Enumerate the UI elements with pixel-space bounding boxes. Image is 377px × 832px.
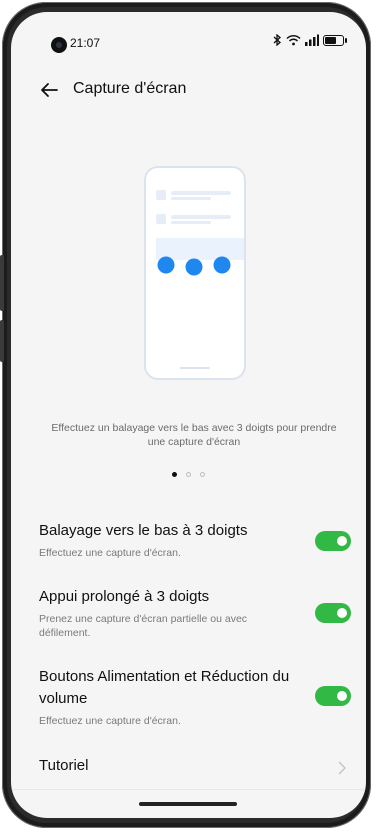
page-dot[interactable]	[200, 472, 205, 477]
battery-icon	[323, 34, 347, 46]
setting-subtitle: Effectuez une capture d'écran.	[39, 547, 181, 559]
gesture-illustration	[144, 166, 246, 380]
page-indicator	[11, 472, 366, 477]
page-dot[interactable]	[186, 472, 191, 477]
setting-subtitle: Effectuez une capture d'écran.	[39, 715, 181, 727]
setting-title: Appui prolongé à 3 doigts	[39, 588, 210, 605]
power-volume-toggle[interactable]	[315, 686, 351, 706]
side-button	[0, 255, 4, 311]
setting-subtitle: Prenez une capture d'écran partielle ou …	[39, 613, 248, 639]
setting-row-long-press[interactable]: Appui prolongé à 3 doigts Prenez une cap…	[39, 586, 351, 640]
illustration-caption: Effectuez un balayage vers le bas avec 3…	[51, 422, 337, 448]
setting-title: Boutons Alimentation et Réduction du vol…	[39, 668, 290, 707]
signal-icon	[305, 34, 319, 46]
status-time: 21:07	[70, 36, 101, 50]
front-camera	[51, 37, 67, 53]
long-press-toggle[interactable]	[315, 603, 351, 623]
status-icons	[272, 34, 347, 46]
wifi-icon	[286, 34, 301, 46]
page-dot-active[interactable]	[172, 472, 177, 477]
home-indicator[interactable]	[139, 802, 237, 806]
tutorial-label: Tutoriel	[39, 757, 89, 774]
divider	[11, 789, 366, 790]
bluetooth-icon	[273, 34, 281, 46]
swipe-toggle[interactable]	[315, 531, 351, 551]
status-bar: 21:07	[11, 12, 366, 68]
screen: 21:07 Capture d'écran Effectuez un balay…	[11, 12, 366, 818]
tutorial-row[interactable]: Tutoriel	[39, 755, 351, 781]
chevron-right-icon	[338, 761, 346, 775]
setting-row-swipe-down[interactable]: Balayage vers le bas à 3 doigts Effectue…	[39, 520, 351, 560]
setting-row-power-volume[interactable]: Boutons Alimentation et Réduction du vol…	[39, 666, 351, 728]
setting-title: Balayage vers le bas à 3 doigts	[39, 522, 248, 539]
side-button	[0, 320, 4, 362]
back-arrow-icon[interactable]	[37, 78, 61, 102]
app-header: Capture d'écran	[11, 70, 366, 110]
page-title: Capture d'écran	[73, 80, 187, 97]
